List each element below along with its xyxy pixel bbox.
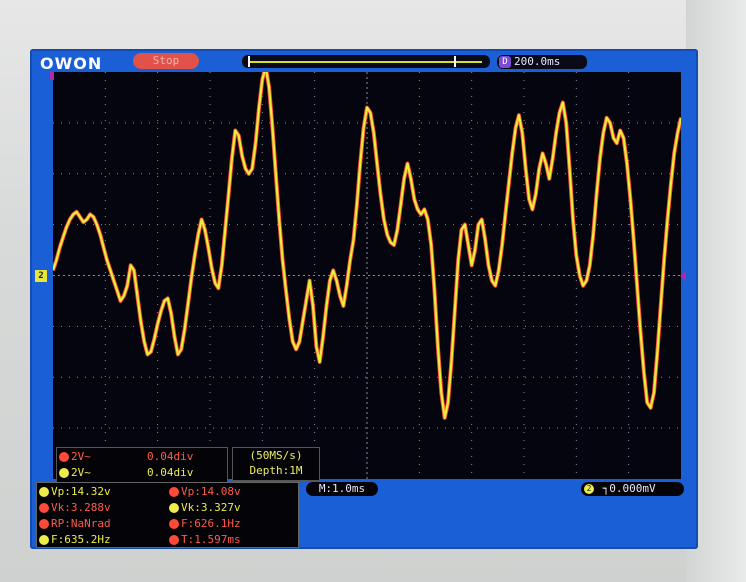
trigger-level: 0.000mV [609, 482, 656, 495]
measurement-panel: Vp:14.32v Vp:14.08v Vk:3.288v Vk:3.327v … [36, 482, 299, 548]
trigger-level-arrow-icon[interactable] [680, 271, 686, 281]
measure-ch1-vp[interactable]: Vp:14.08v [169, 484, 241, 500]
run-stop-button[interactable]: Stop [133, 53, 199, 69]
channel-1-offset: 0.04div [147, 450, 194, 463]
measure-ch1-icon [169, 535, 179, 545]
measure-ch2-f[interactable]: F:635.2Hz [39, 532, 111, 548]
timebase-value: 200.0ms [514, 55, 561, 68]
measure-ch2-icon [39, 535, 49, 545]
memory-window-marker [454, 56, 456, 67]
measure-ch1-icon [169, 519, 179, 529]
channel-1-coupling: 2V~ [71, 450, 91, 463]
channel-2-row[interactable]: 2V~ 0.04div [59, 465, 225, 481]
measure-ch2-vk[interactable]: Vk:3.327v [169, 500, 241, 516]
channel-1-dot-icon [59, 452, 69, 462]
measure-ch2-icon [39, 487, 49, 497]
waveform-display[interactable] [53, 72, 681, 479]
sampling-panel: (50MS/s) Depth:1M [232, 447, 320, 481]
brand-logo: OWON [40, 54, 103, 73]
channel-2-level-marker[interactable]: 2 [35, 270, 47, 282]
trigger-channel-icon: 2 [584, 484, 594, 494]
memory-start-marker [248, 56, 250, 67]
measure-ch1-f[interactable]: F:626.1Hz [169, 516, 241, 532]
sample-rate: (50MS/s) [249, 449, 303, 462]
channel-2-dot-icon [59, 468, 69, 478]
memory-depth: Depth:1M [249, 464, 303, 477]
channel-2-coupling: 2V~ [71, 466, 91, 479]
channel-settings-panel: 2V~ 0.04div 2V~ 0.04div [56, 447, 228, 483]
measure-ch1-rp[interactable]: RP:NaNrad [39, 516, 111, 532]
measure-ch1-icon [39, 519, 49, 529]
memory-position-line [250, 61, 482, 63]
horizontal-mode-readout[interactable]: M:1.0ms [306, 482, 378, 496]
measure-ch1-vk[interactable]: Vk:3.288v [39, 500, 111, 516]
timebase-readout[interactable]: D 200.0ms [497, 55, 587, 69]
measure-ch1-icon [39, 503, 49, 513]
measure-ch1-t[interactable]: T:1.597ms [169, 532, 241, 548]
trigger-position-marker [50, 72, 54, 80]
channel-2-offset: 0.04div [147, 466, 194, 479]
measure-ch1-icon [169, 487, 179, 497]
channel-1-row[interactable]: 2V~ 0.04div [59, 449, 225, 465]
waveform-graticule [53, 72, 681, 479]
trigger-readout[interactable]: 2 ┐0.000mV [581, 482, 684, 496]
measure-ch2-vp[interactable]: Vp:14.32v [39, 484, 111, 500]
timebase-badge-icon: D [499, 56, 511, 68]
measure-ch2-icon [169, 503, 179, 513]
